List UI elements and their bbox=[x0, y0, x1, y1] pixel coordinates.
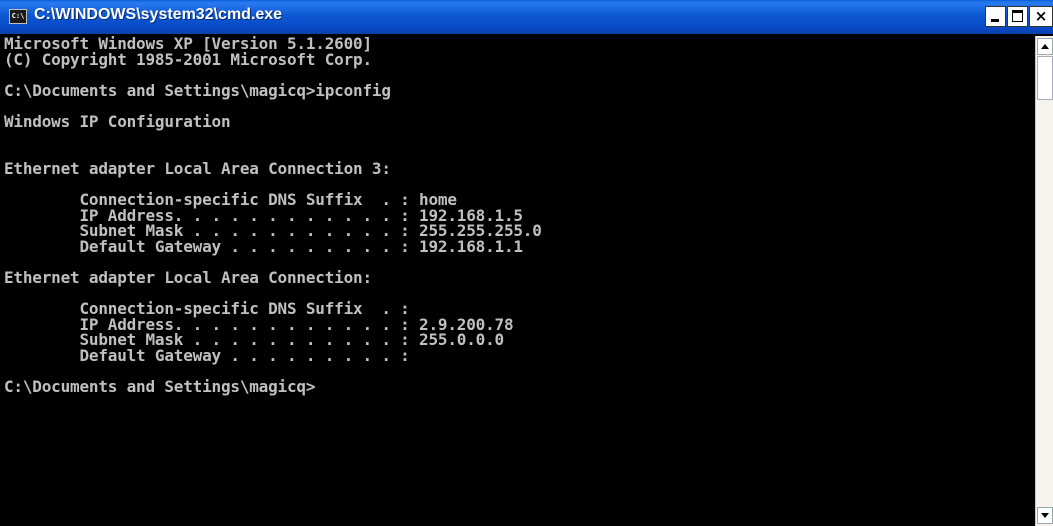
minimize-button[interactable] bbox=[985, 6, 1006, 27]
console-line: C:\Documents and Settings\magicq>ipconfi… bbox=[4, 80, 391, 100]
scroll-up-button[interactable] bbox=[1037, 38, 1053, 55]
close-button[interactable]: × bbox=[1029, 6, 1053, 27]
cmd-app-icon[interactable]: C:\ bbox=[9, 9, 27, 24]
console-output[interactable]: Microsoft Windows XP [Version 5.1.2600](… bbox=[4, 36, 1032, 526]
scroll-down-button[interactable] bbox=[1037, 507, 1053, 524]
arrow-down-icon bbox=[1041, 513, 1049, 518]
title-bar[interactable]: C:\ C:\WINDOWS\system32\cmd.exe × bbox=[0, 0, 1053, 34]
maximize-button[interactable] bbox=[1007, 6, 1028, 27]
console-line: Ethernet adapter Local Area Connection 3… bbox=[4, 158, 391, 178]
console-line: Windows IP Configuration bbox=[4, 111, 231, 131]
cmd-window: C:\ C:\WINDOWS\system32\cmd.exe × Micros… bbox=[0, 0, 1053, 526]
console-line: Default Gateway . . . . . . . . . : bbox=[4, 345, 410, 365]
console-line: Default Gateway . . . . . . . . . : 192.… bbox=[4, 236, 523, 256]
arrow-up-icon bbox=[1041, 44, 1049, 49]
console-line: (C) Copyright 1985-2001 Microsoft Corp. bbox=[4, 49, 372, 69]
vertical-scrollbar[interactable] bbox=[1035, 36, 1053, 526]
scroll-thumb[interactable] bbox=[1037, 56, 1053, 100]
console-line: Ethernet adapter Local Area Connection: bbox=[4, 267, 372, 287]
console-line: C:\Documents and Settings\magicq> bbox=[4, 377, 316, 397]
window-title: C:\WINDOWS\system32\cmd.exe bbox=[34, 6, 283, 23]
maximize-icon bbox=[1012, 10, 1023, 22]
close-icon: × bbox=[1034, 7, 1048, 25]
minimize-icon bbox=[991, 19, 999, 22]
